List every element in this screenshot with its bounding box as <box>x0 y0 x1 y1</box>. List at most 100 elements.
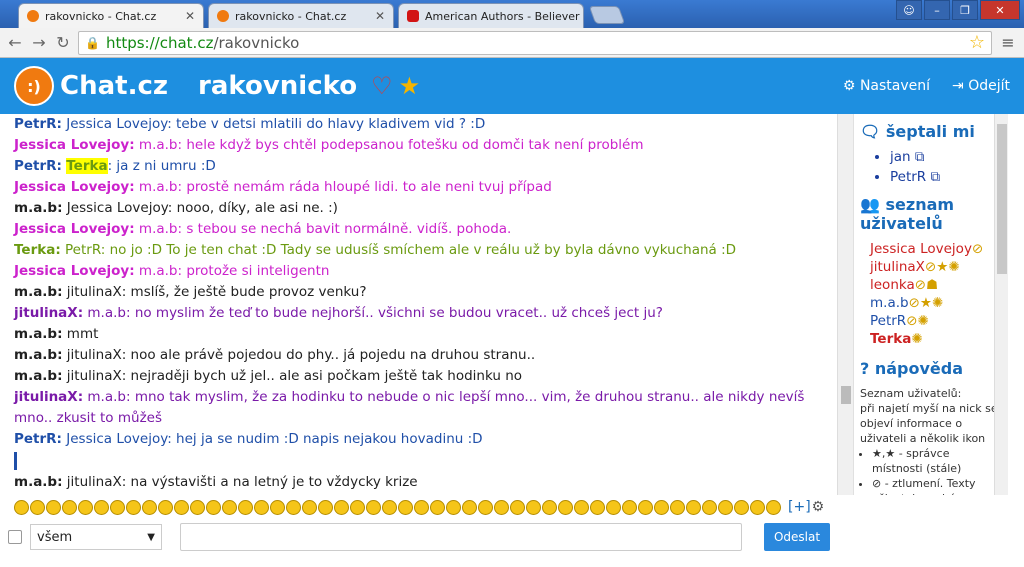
smiley-icon[interactable] <box>622 499 637 515</box>
message-author[interactable]: m.a.b: <box>14 200 63 216</box>
smiley-icon[interactable] <box>686 499 701 515</box>
smiley-icon[interactable] <box>190 499 205 515</box>
smiley-icon[interactable] <box>398 499 413 515</box>
gear-icon[interactable]: ⚙ <box>812 499 825 515</box>
whisper-item[interactable]: PetrR ⧉ <box>890 169 1002 185</box>
reload-icon[interactable]: ↻ <box>54 33 72 52</box>
smiley-icon[interactable] <box>366 499 381 515</box>
smiley-icon[interactable] <box>654 499 669 515</box>
smiley-icon[interactable] <box>286 499 301 515</box>
user-list-item[interactable]: Terka✺ <box>870 331 1002 347</box>
smiley-icon[interactable] <box>206 499 221 515</box>
message-author[interactable]: m.a.b: <box>14 284 63 300</box>
user-nick[interactable]: jitulinaX <box>870 259 925 275</box>
smiley-icon[interactable] <box>510 499 525 515</box>
smiley-icon[interactable] <box>766 499 781 515</box>
smiley-icon[interactable] <box>718 499 733 515</box>
profile-icon[interactable]: ☺ <box>896 0 922 20</box>
smiley-icon[interactable] <box>494 499 509 515</box>
message-author[interactable]: m.a.b: <box>14 368 63 384</box>
message-author[interactable]: jitulinaX: <box>14 389 83 405</box>
message-author[interactable]: m.a.b: <box>14 474 63 490</box>
smiley-icon[interactable] <box>638 499 653 515</box>
tab-3[interactable]: American Authors - Believer ✕ <box>398 3 584 28</box>
user-list-item[interactable]: PetrR⊘✺ <box>870 313 1002 329</box>
smiley-icon[interactable] <box>222 499 237 515</box>
window-close-button[interactable]: ✕ <box>980 0 1020 20</box>
smiley-icon[interactable] <box>446 499 461 515</box>
smiley-icon[interactable] <box>558 499 573 515</box>
message-author[interactable]: jitulinaX: <box>14 305 83 321</box>
smiley-icon[interactable] <box>302 499 317 515</box>
smiley-icon[interactable] <box>414 499 429 515</box>
smiley-icon[interactable] <box>30 499 45 515</box>
bookmark-star-icon[interactable]: ☆ <box>969 32 985 53</box>
user-nick[interactable]: PetrR <box>870 313 906 329</box>
smiley-icon[interactable] <box>174 499 189 515</box>
sidebar-scrollbar[interactable] <box>994 114 1008 495</box>
message-author[interactable]: Jessica Lovejoy: <box>14 179 135 195</box>
user-nick[interactable]: m.a.b <box>870 295 909 311</box>
send-button[interactable]: Odeslat <box>764 523 830 551</box>
smiley-icon[interactable] <box>350 499 365 515</box>
smiley-icon[interactable] <box>750 499 765 515</box>
url-field[interactable]: 🔒 https://chat.cz/rakovnicko ☆ <box>78 30 992 55</box>
user-list-item[interactable]: Jessica Lovejoy⊘ <box>870 241 1002 257</box>
smiley-icon[interactable] <box>14 499 29 515</box>
logout-link[interactable]: ⇥ Odejít <box>952 78 1010 94</box>
brand-name[interactable]: Chat.cz <box>60 71 168 101</box>
smiley-icon[interactable] <box>590 499 605 515</box>
message-author[interactable]: Jessica Lovejoy: <box>14 263 135 279</box>
star-icon[interactable]: ★ <box>399 72 421 100</box>
more-smileys-link[interactable]: [+] <box>788 499 811 515</box>
smiley-icon[interactable] <box>574 499 589 515</box>
private-checkbox[interactable] <box>8 530 22 544</box>
user-list-item[interactable]: m.a.b⊘★✺ <box>870 295 1002 311</box>
message-author[interactable]: Terka: <box>14 242 61 258</box>
smiley-icon[interactable] <box>430 499 445 515</box>
tab-2[interactable]: rakovnicko - Chat.cz ✕ <box>208 3 394 28</box>
chat-scrollbar[interactable] <box>837 114 853 495</box>
message-author[interactable]: Jessica Lovejoy: <box>14 221 135 237</box>
smiley-icon[interactable] <box>542 499 557 515</box>
message-author[interactable]: Jessica Lovejoy: <box>14 137 135 153</box>
smiley-icon[interactable] <box>526 499 541 515</box>
smiley-icon[interactable] <box>382 499 397 515</box>
close-icon[interactable]: ✕ <box>179 9 195 23</box>
chat-logo-icon[interactable]: :) <box>14 66 54 106</box>
smiley-icon[interactable] <box>254 499 269 515</box>
smiley-icon[interactable] <box>606 499 621 515</box>
recipient-select[interactable]: všem ▼ <box>30 524 162 550</box>
smiley-icon[interactable] <box>62 499 77 515</box>
smiley-icon[interactable] <box>46 499 61 515</box>
whisper-item[interactable]: jan ⧉ <box>890 149 1002 165</box>
close-icon[interactable]: ✕ <box>580 9 583 23</box>
forward-icon[interactable]: → <box>30 33 48 52</box>
message-author[interactable]: PetrR: <box>14 431 62 447</box>
user-nick[interactable]: Jessica Lovejoy <box>870 241 972 257</box>
minimize-button[interactable]: – <box>924 0 950 20</box>
smiley-icon[interactable] <box>462 499 477 515</box>
smiley-icon[interactable] <box>110 499 125 515</box>
message-author[interactable]: m.a.b: <box>14 347 63 363</box>
smiley-icon[interactable] <box>158 499 173 515</box>
tab-1[interactable]: rakovnicko - Chat.cz ✕ <box>18 3 204 28</box>
smiley-icon[interactable] <box>238 499 253 515</box>
message-input[interactable] <box>180 523 742 551</box>
menu-icon[interactable]: ≡ <box>998 33 1018 52</box>
close-icon[interactable]: ✕ <box>369 9 385 23</box>
heart-icon[interactable]: ♡ <box>371 72 393 100</box>
smiley-icon[interactable] <box>670 499 685 515</box>
user-list-item[interactable]: jitulinaX⊘★✺ <box>870 259 1002 275</box>
user-list-item[interactable]: leonka⊘☗ <box>870 277 1002 293</box>
smiley-icon[interactable] <box>78 499 93 515</box>
smiley-icon[interactable] <box>126 499 141 515</box>
message-author[interactable]: PetrR: <box>14 158 62 174</box>
new-tab-button[interactable] <box>588 6 626 24</box>
smiley-icon[interactable] <box>478 499 493 515</box>
settings-link[interactable]: ⚙ Nastavení <box>843 78 930 94</box>
message-author[interactable]: PetrR: <box>14 116 62 132</box>
smiley-icon[interactable] <box>702 499 717 515</box>
smiley-icon[interactable] <box>334 499 349 515</box>
smiley-icon[interactable] <box>270 499 285 515</box>
